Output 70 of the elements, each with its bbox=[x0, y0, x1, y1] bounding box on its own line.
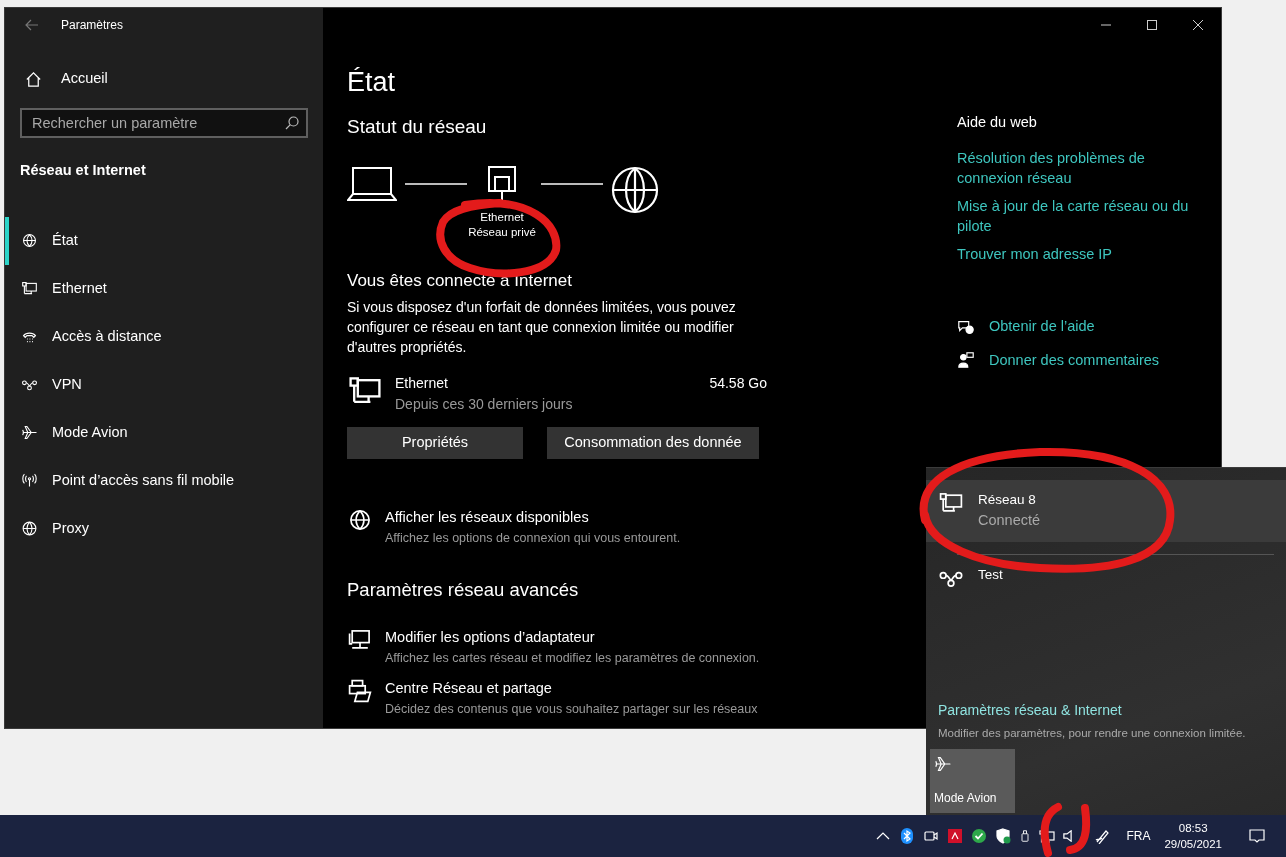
usage-period: Depuis ces 30 derniers jours bbox=[395, 395, 574, 414]
adapter-label: Ethernet bbox=[480, 209, 524, 225]
section-heading: Réseau et Internet bbox=[20, 161, 147, 180]
sidebar-item[interactable]: Accès à distance bbox=[5, 312, 323, 361]
camera-icon bbox=[923, 828, 940, 844]
sidebar-item[interactable]: Point d’accès sans fil mobile bbox=[5, 456, 323, 505]
back-arrow-icon bbox=[25, 18, 39, 31]
sidebar-item[interactable]: Ethernet bbox=[5, 264, 323, 313]
shield-icon bbox=[995, 828, 1012, 844]
help-link[interactable]: Obtenir de l’aide bbox=[989, 315, 1095, 338]
sidebar-item[interactable]: État bbox=[5, 216, 323, 265]
window-title: Paramètres bbox=[61, 16, 124, 34]
bluetooth-icon bbox=[899, 828, 916, 844]
section-heading: Statut du réseau bbox=[347, 115, 488, 139]
description-text: Si vous disposez d'un forfait de données limitées, vous pouvez configurer ce réseau en tant que connexion limitée ou modifier d'autres propriétés. bbox=[347, 298, 737, 357]
minimize-icon bbox=[1101, 23, 1111, 26]
usage-amount: 54.58 Go bbox=[709, 374, 767, 393]
settings-hint: Modifier des paramètres, pour rendre une connexion limitée. bbox=[938, 726, 1246, 741]
globe-icon bbox=[21, 520, 38, 538]
section-heading: Paramètres réseau avancés bbox=[347, 577, 580, 602]
sidebar-item[interactable]: Mode Avion bbox=[5, 408, 323, 457]
speaker-icon bbox=[1063, 830, 1073, 842]
network-item[interactable]: Test bbox=[926, 555, 1286, 601]
page-title: État bbox=[347, 66, 397, 99]
pen-icon bbox=[1094, 828, 1111, 844]
properties-button[interactable]: Propriétés bbox=[347, 427, 523, 459]
data-usage-button[interactable]: Consommation des donnée bbox=[547, 427, 759, 459]
quick-action-tile[interactable]: Mode Avion bbox=[930, 749, 1015, 813]
home-icon bbox=[24, 69, 43, 89]
globe-icon bbox=[21, 232, 38, 250]
airplane-icon bbox=[21, 424, 38, 442]
globe-icon bbox=[347, 507, 373, 533]
help-link[interactable]: Résolution des problèmes de connexion réseau bbox=[957, 147, 1207, 188]
link-description: Affichez les cartes réseau et modifiez les paramètres de connexion. bbox=[385, 650, 760, 667]
settings-link[interactable]: Centre Réseau et partage bbox=[385, 677, 758, 700]
network-icon bbox=[1039, 829, 1056, 843]
search-icon bbox=[285, 116, 299, 130]
home-link[interactable]: Accueil bbox=[5, 55, 323, 103]
sidebar-item[interactable]: Proxy bbox=[5, 504, 323, 553]
globe-icon bbox=[611, 165, 659, 214]
check-icon bbox=[971, 828, 988, 844]
help-link[interactable]: Donner des commentaires bbox=[989, 349, 1160, 372]
language-indicator[interactable]: FRA bbox=[1122, 815, 1155, 857]
connector-line bbox=[405, 182, 467, 185]
notification-icon bbox=[1248, 828, 1266, 844]
close-icon bbox=[1193, 19, 1203, 30]
settings-link[interactable]: Afficher les réseaux disponibles bbox=[385, 507, 681, 529]
hand-drawn-mark bbox=[1066, 804, 1091, 854]
laptop-icon bbox=[347, 165, 397, 202]
maximize-icon bbox=[1147, 19, 1157, 30]
usage-name: Ethernet bbox=[395, 374, 449, 393]
link-description: Affichez les options de connexion qui vous entourent. bbox=[385, 529, 681, 547]
airplane-icon bbox=[934, 755, 952, 773]
help-heading: Aide du web bbox=[957, 113, 1038, 132]
usb-icon bbox=[1019, 828, 1032, 844]
hand-drawn-mark bbox=[1040, 803, 1062, 857]
network-profile-label: Réseau privé bbox=[468, 224, 536, 240]
clock-button[interactable]: 08:53 29/05/2021 bbox=[1160, 815, 1226, 857]
help-link[interactable]: Trouver mon adresse IP bbox=[957, 243, 1207, 264]
link-description: Décidez des contenus que vous souhaitez partager sur les réseaux bbox=[385, 700, 758, 718]
settings-link[interactable]: Modifier les options d’adaptateur bbox=[385, 627, 760, 649]
printer-folder-icon bbox=[347, 677, 373, 704]
connector-line bbox=[541, 182, 603, 185]
network-settings-link[interactable]: Paramètres réseau & Internet bbox=[938, 702, 1122, 718]
help-link[interactable]: Mise à jour de la carte réseau ou du pilote bbox=[957, 195, 1207, 236]
network-item[interactable]: Réseau 8 Connecté bbox=[926, 480, 1286, 542]
app-icon bbox=[947, 828, 964, 844]
person-feedback-icon bbox=[957, 351, 975, 370]
sidebar-item[interactable]: VPN bbox=[5, 360, 323, 409]
search-field[interactable]: Rechercher un paramètre bbox=[20, 108, 308, 138]
